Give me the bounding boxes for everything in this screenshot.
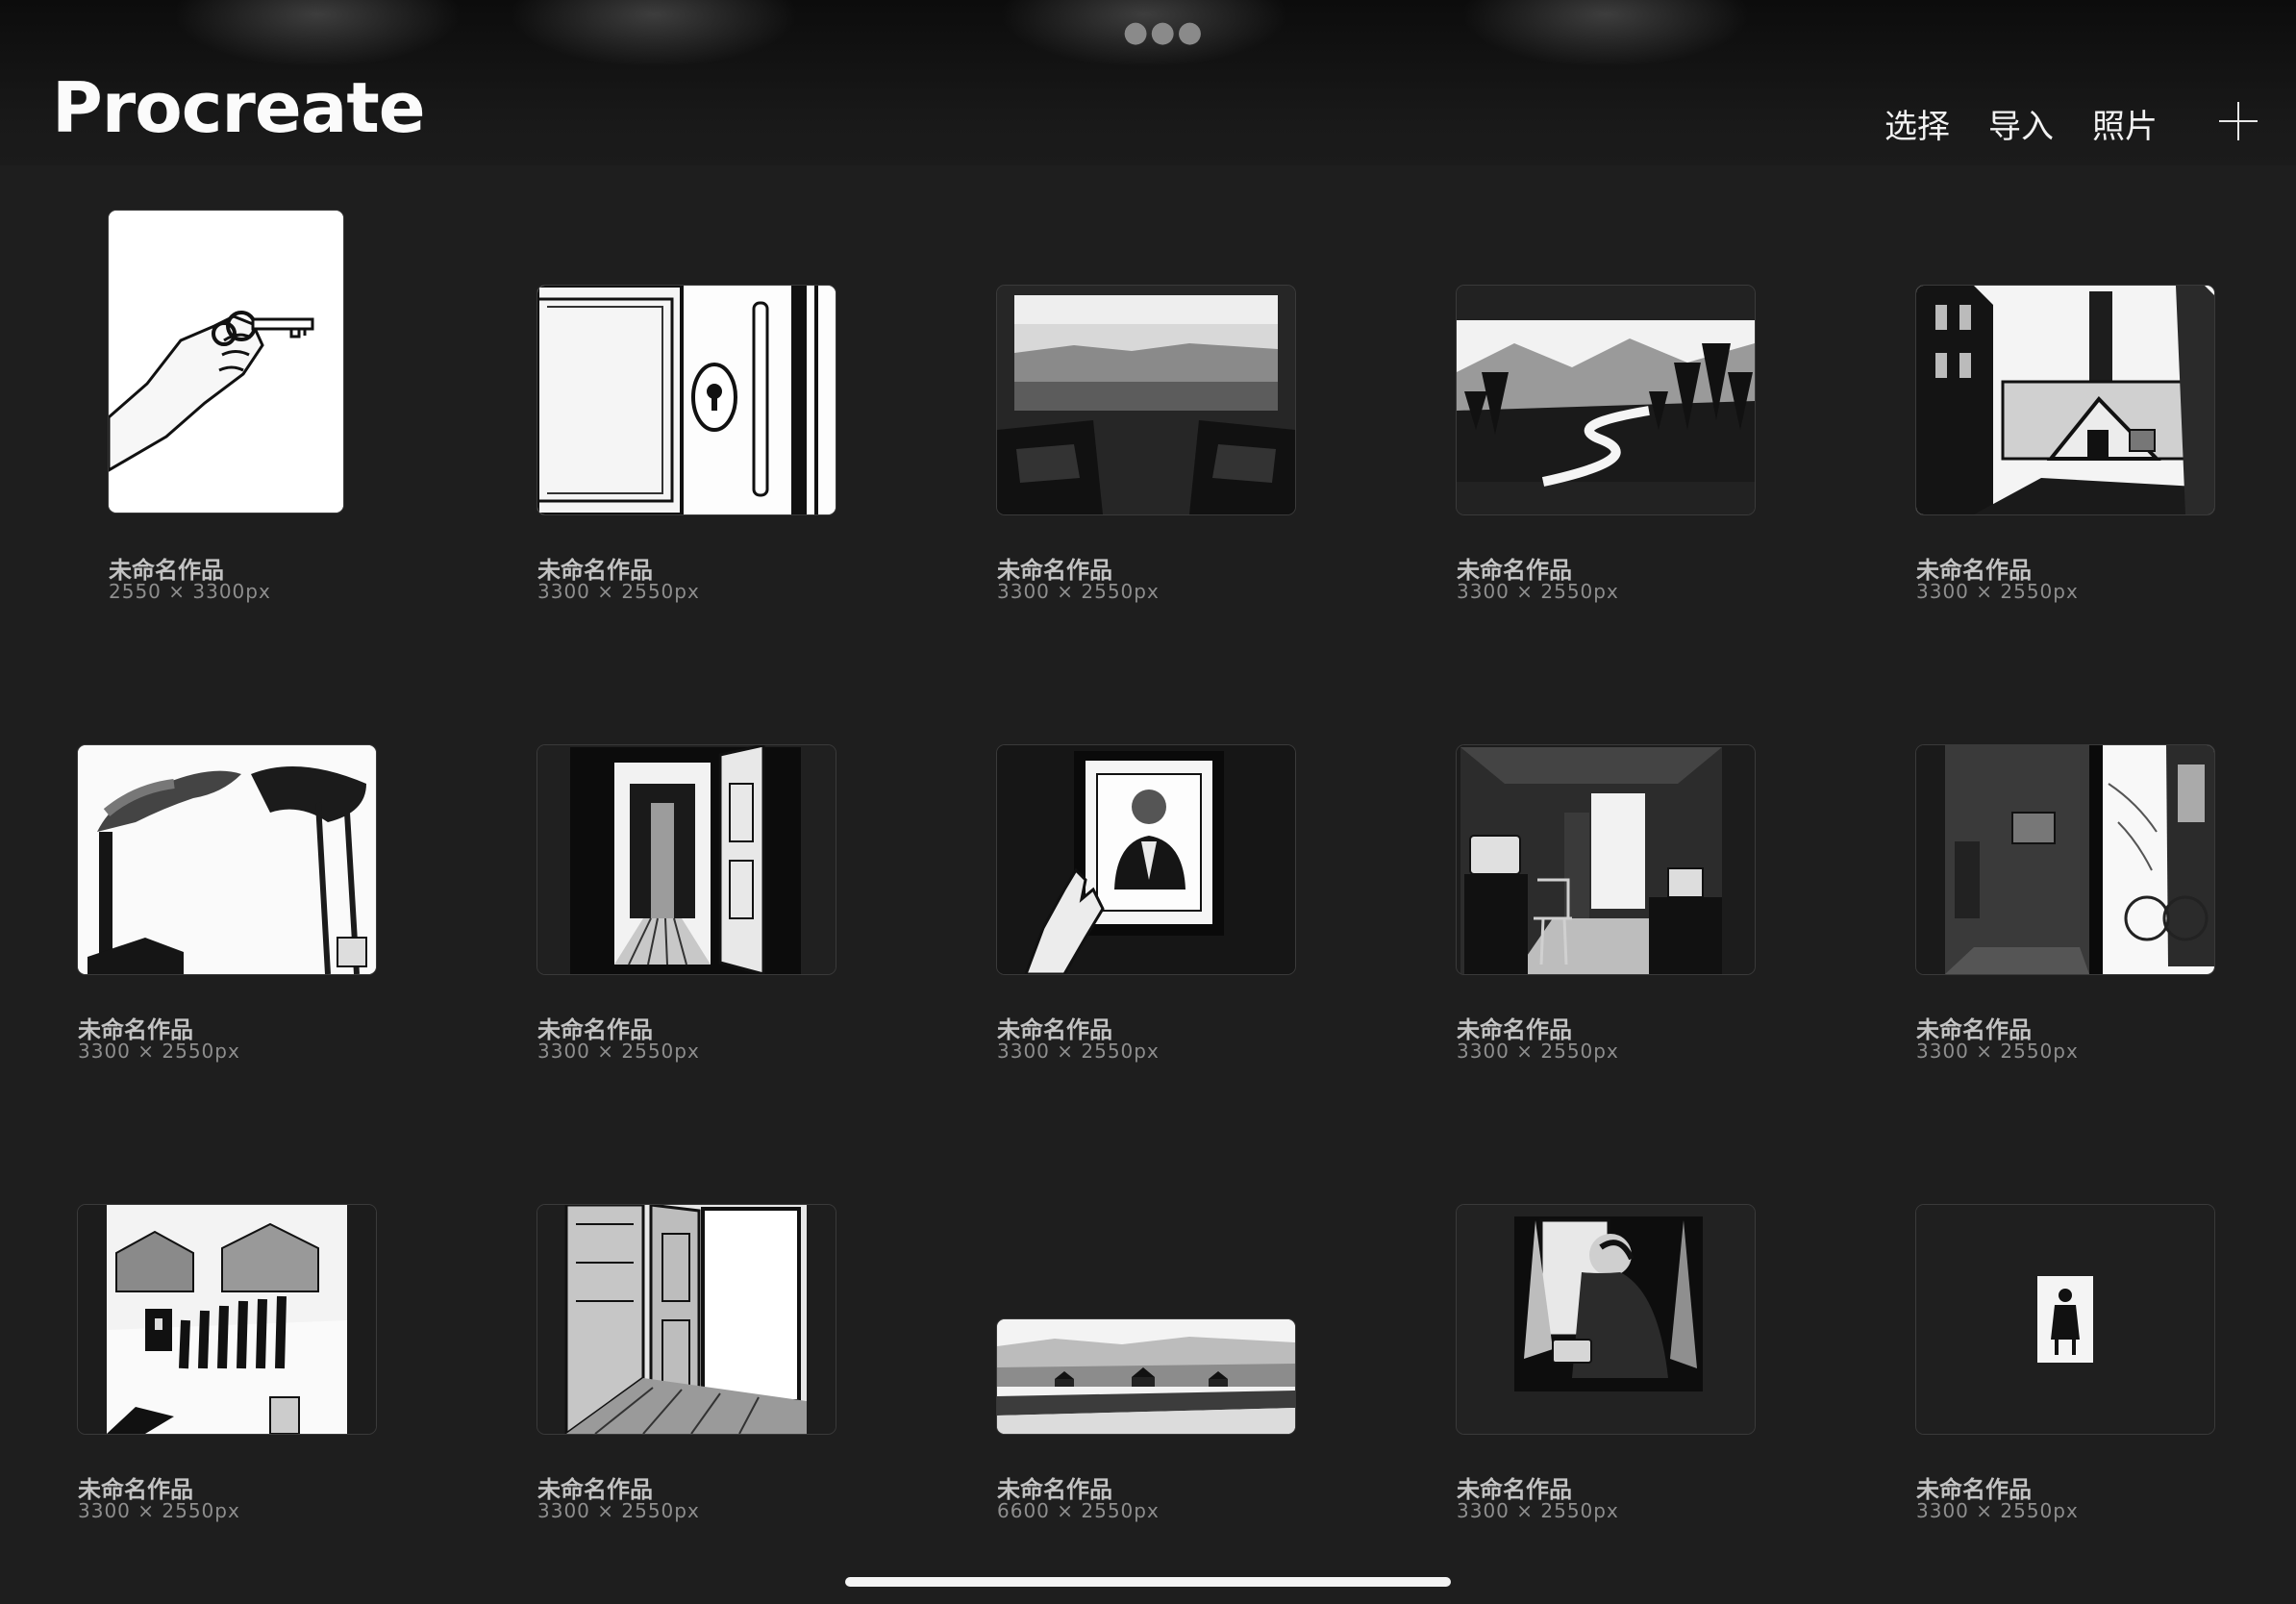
artwork-thumbnail-village-grave[interactable]	[78, 1205, 376, 1434]
artwork-card[interactable]: 未命名作品 3300 × 2550px	[78, 670, 376, 1074]
artwork-size: 3300 × 2550px	[537, 1040, 700, 1063]
artwork-card[interactable]: 未命名作品 3300 × 2550px	[1916, 211, 2214, 614]
artwork-size: 3300 × 2550px	[78, 1040, 240, 1063]
artwork-thumbnail-radio-room[interactable]	[1457, 745, 1755, 974]
artwork-size: 3300 × 2550px	[1916, 1040, 2079, 1063]
artwork-size: 3300 × 2550px	[1457, 1040, 1619, 1063]
artwork-size: 3300 × 2550px	[537, 580, 700, 603]
artwork-card[interactable]: 未命名作品 3300 × 2550px	[1916, 670, 2214, 1074]
artwork-size: 2550 × 3300px	[109, 580, 271, 603]
artwork-card[interactable]: 未命名作品 3300 × 2550px	[537, 670, 836, 1074]
select-button[interactable]: 选择	[1884, 100, 1950, 147]
artwork-card[interactable]: 未命名作品 3300 × 2550px	[997, 211, 1295, 614]
artwork-card[interactable]: 未命名作品 3300 × 2550px	[1457, 1130, 1755, 1534]
artwork-size: 3300 × 2550px	[1916, 1499, 2079, 1522]
artwork-thumbnail-woman-phone[interactable]	[1457, 1205, 1755, 1434]
artwork-card[interactable]: 未命名作品 2550 × 3300px	[78, 211, 376, 614]
artwork-card[interactable]: 未命名作品 3300 × 2550px	[1457, 670, 1755, 1074]
artwork-size: 6600 × 2550px	[997, 1499, 1160, 1522]
artwork-thumbnail-corridor[interactable]	[537, 745, 836, 974]
plus-icon[interactable]	[2219, 102, 2258, 140]
artwork-thumbnail-open-door-room[interactable]	[537, 1205, 836, 1434]
artwork-card[interactable]: 未命名作品 3300 × 2550px	[1916, 1130, 2214, 1534]
artwork-card[interactable]: 未命名作品 3300 × 2550px	[537, 211, 836, 614]
background-blur	[510, 0, 798, 67]
artwork-thumbnail-forest-road[interactable]	[1457, 286, 1755, 514]
artwork-thumbnail-small-figure[interactable]	[1916, 1205, 2214, 1434]
artwork-card[interactable]: 未命名作品 3300 × 2550px	[997, 670, 1295, 1074]
import-button[interactable]: 导入	[1988, 100, 2054, 147]
artwork-card[interactable]: 未命名作品 3300 × 2550px	[78, 1130, 376, 1534]
artwork-thumbnail-wide-village[interactable]	[997, 1319, 1295, 1434]
artwork-thumbnail-hand-key[interactable]	[109, 211, 343, 513]
artwork-thumbnail-door[interactable]	[537, 286, 836, 514]
top-bar: ●●● Procreate 选择 导入 照片	[0, 0, 2296, 165]
background-blur	[1461, 0, 1750, 67]
artwork-card[interactable]: 未命名作品 6600 × 2550px	[997, 1130, 1295, 1534]
artwork-size: 3300 × 2550px	[1457, 580, 1619, 603]
artwork-card[interactable]: 未命名作品 3300 × 2550px	[1457, 211, 1755, 614]
artwork-thumbnail-doorway-yard[interactable]	[1916, 745, 2214, 974]
home-indicator[interactable]	[845, 1577, 1451, 1587]
background-blur	[173, 0, 462, 67]
app-title: Procreate	[52, 67, 426, 148]
more-dots-icon[interactable]: ●●●	[1123, 15, 1205, 49]
artwork-size: 3300 × 2550px	[537, 1499, 700, 1522]
artwork-size: 3300 × 2550px	[997, 580, 1160, 603]
artwork-size: 3300 × 2550px	[1457, 1499, 1619, 1522]
artwork-thumbnail-portrait-frame[interactable]	[997, 745, 1295, 974]
photos-button[interactable]: 照片	[2092, 100, 2158, 147]
artwork-card[interactable]: 未命名作品 3300 × 2550px	[537, 1130, 836, 1534]
artwork-size: 3300 × 2550px	[78, 1499, 240, 1522]
artwork-thumbnail-factory[interactable]	[1916, 286, 2214, 514]
artwork-size: 3300 × 2550px	[1916, 580, 2079, 603]
artwork-thumbnail-train-window[interactable]	[997, 286, 1295, 514]
artwork-size: 3300 × 2550px	[997, 1040, 1160, 1063]
artwork-thumbnail-chimney-tree[interactable]	[78, 745, 376, 974]
